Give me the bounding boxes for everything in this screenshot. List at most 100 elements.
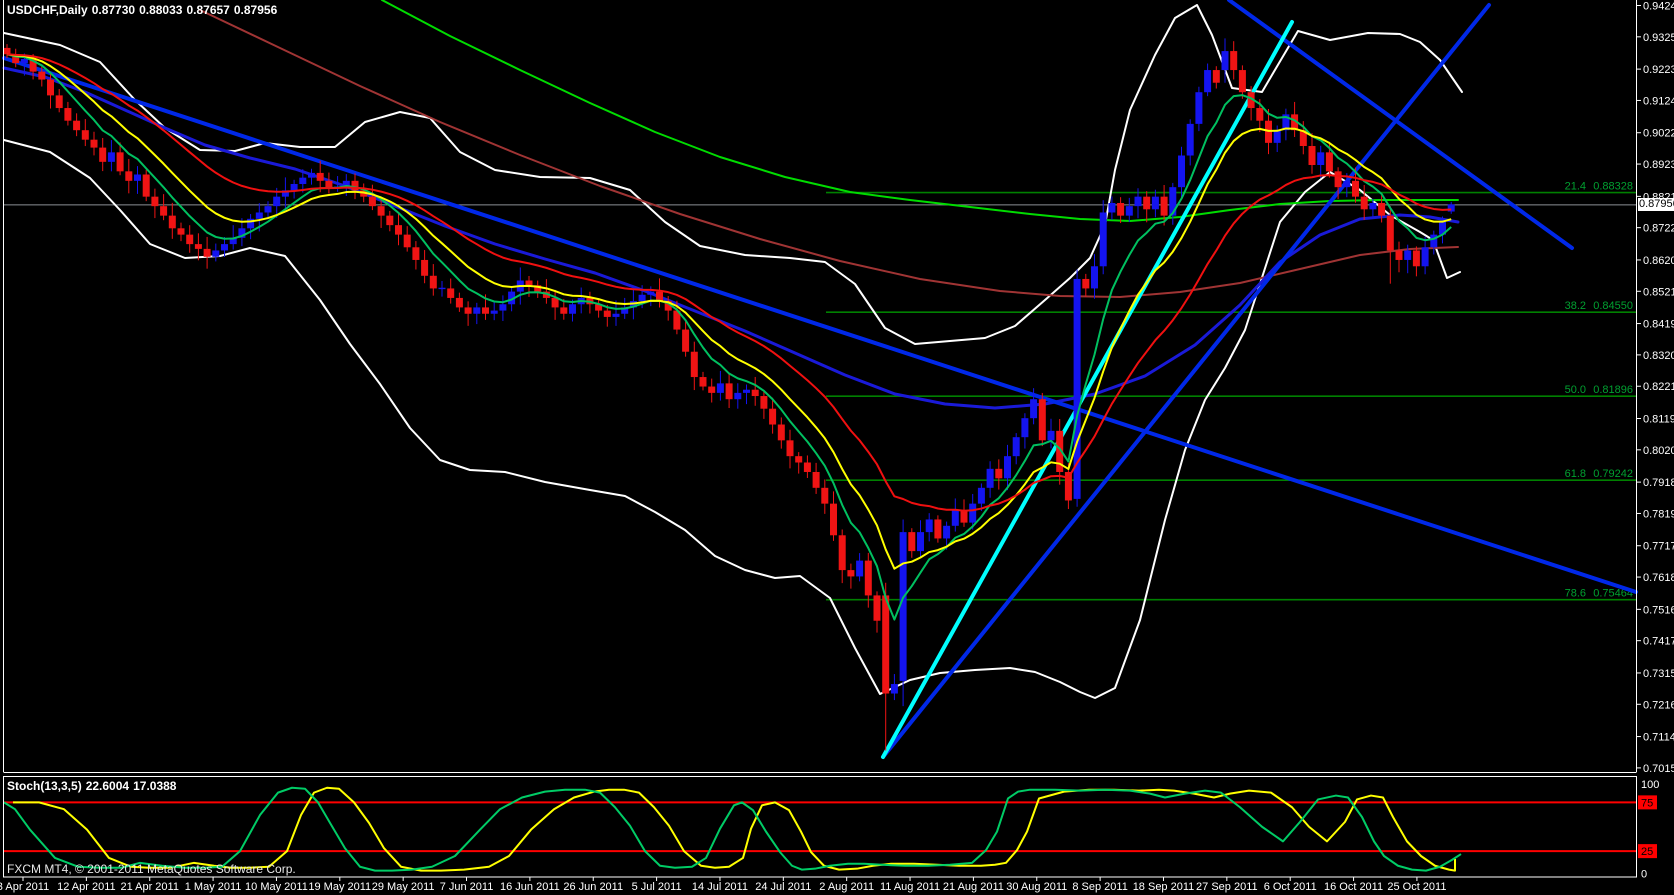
- candle-body: [203, 248, 211, 257]
- candle-body: [812, 471, 820, 488]
- candle-body: [838, 535, 846, 571]
- price-axis-label: 0.76180: [1643, 572, 1674, 584]
- candle-body: [725, 383, 733, 400]
- candle-body: [99, 147, 107, 162]
- downtrend-line-long[interactable]: [2, 56, 1638, 594]
- fib-level-label: 78.6: [1565, 588, 1586, 600]
- stoch-signal-line[interactable]: [13, 786, 1456, 872]
- date-axis-label: 5 Jul 2011: [632, 881, 682, 893]
- main-chart-area[interactable]: 21.4 0.88328 38.2 0.84550 50.0 0.81896 61.8 0.7…: [2, 0, 1638, 759]
- candle-body: [1212, 70, 1220, 83]
- candle-body: [1117, 202, 1125, 216]
- candle-body: [490, 310, 498, 314]
- candle-body: [873, 595, 881, 621]
- fib-price-label: 0.81896: [1593, 384, 1633, 396]
- uptrend-line-blue[interactable]: [881, 3, 1491, 759]
- price-axis-label: 0.73150: [1643, 668, 1674, 680]
- bollinger-upper-band[interactable]: [3, 4, 1463, 345]
- candle-body: [1360, 196, 1368, 210]
- price-axis-label: 0.78190: [1643, 508, 1674, 520]
- candle-body: [38, 71, 46, 80]
- date-axis-label: 8 Sep 2011: [1072, 881, 1127, 893]
- candle-body: [1012, 437, 1020, 457]
- candle-body: [716, 383, 724, 393]
- candle-body: [1369, 202, 1377, 210]
- price-axis-label: 0.94240: [1643, 1, 1674, 13]
- candle-body: [221, 244, 228, 251]
- uptrend-line-cyan[interactable]: [881, 20, 1294, 759]
- price-axis-label: 0.74170: [1643, 636, 1674, 648]
- candle-body: [830, 503, 837, 536]
- candle-body: [917, 532, 924, 552]
- price-axis-label: 0.89230: [1643, 159, 1674, 171]
- price-axis-label: 0.83200: [1643, 350, 1674, 362]
- candle-body: [177, 228, 185, 235]
- price-axis-label: 0.70150: [1643, 763, 1674, 775]
- candle-body: [125, 171, 133, 181]
- candle-body: [1204, 70, 1212, 93]
- candle-body: [1047, 430, 1055, 441]
- candle-body: [1352, 180, 1359, 197]
- candle-body: [107, 152, 115, 162]
- open-value: 0.87730: [91, 3, 136, 17]
- stoch-main-line[interactable]: [3, 786, 1462, 872]
- candle-body: [1230, 51, 1238, 71]
- candle-body: [1343, 180, 1351, 188]
- date-axis-label: 16 Oct 2011: [1324, 881, 1383, 893]
- price-axis-label: 0.82210: [1643, 381, 1674, 393]
- candle-body: [882, 595, 890, 694]
- candle-body: [856, 560, 864, 577]
- candle-body: [525, 280, 533, 286]
- fib-level-label: 50.0: [1565, 384, 1586, 396]
- candle-body: [194, 244, 202, 249]
- candle-body: [1160, 196, 1168, 216]
- fib-price-label: 0.79242: [1593, 468, 1633, 480]
- price-axis[interactable]: 0.94240 0.93250 0.92230 0.91240 0.90220 0.892…: [1636, 1, 1674, 881]
- date-axis-label: 16 Jun 2011: [500, 881, 560, 893]
- stochastic-label: Stoch(13,3,5) 22.6004 17.0388: [7, 779, 180, 793]
- candle-body: [368, 196, 376, 207]
- stochastic-panel[interactable]: [3, 786, 1636, 872]
- candle-body: [1325, 152, 1333, 172]
- fib-level-label: 61.8: [1565, 468, 1586, 480]
- candle-body: [1412, 250, 1420, 267]
- price-axis-label: 0.79180: [1643, 477, 1674, 489]
- candle-body: [55, 95, 63, 109]
- candle-body: [299, 177, 307, 184]
- candle-body: [1195, 92, 1203, 124]
- candle-body: [142, 174, 150, 197]
- candle-body: [560, 307, 568, 314]
- time-axis[interactable]: 3 Apr 2011 12 Apr 2011 21 Apr 2011 1 May 20…: [0, 877, 1446, 893]
- candle-body: [890, 684, 898, 694]
- stoch-indicator-name: Stoch(13,3,5): [7, 779, 82, 793]
- candle-body: [760, 396, 768, 409]
- candle-body: [1151, 196, 1159, 210]
- close-value: 0.87956: [233, 3, 278, 17]
- stoch-level-badge-text: 75: [1641, 797, 1653, 809]
- candle-body: [325, 180, 333, 188]
- stoch-signal-value: 17.0388: [133, 779, 177, 793]
- date-axis-label: 25 Oct 2011: [1387, 881, 1446, 893]
- candle-body: [690, 351, 698, 378]
- date-axis-label: 27 Sep 2011: [1196, 881, 1258, 893]
- chart-canvas[interactable]: 21.4 0.88328 38.2 0.84550 50.0 0.81896 61.8 0.7…: [0, 0, 1674, 895]
- date-axis-label: 2 Aug 2011: [819, 881, 874, 893]
- candle-body: [751, 389, 759, 397]
- candle-body: [1021, 418, 1029, 438]
- candle-body: [429, 275, 437, 289]
- candle-body: [864, 560, 872, 596]
- price-axis-label: 0.71140: [1643, 732, 1674, 744]
- date-axis-label: 21 Aug 2011: [943, 881, 1004, 893]
- candle-body: [212, 250, 220, 257]
- candle-body: [1091, 266, 1098, 289]
- candle-body: [1178, 155, 1185, 188]
- date-axis-label: 24 Jul 2011: [755, 881, 811, 893]
- candlesticks: [3, 38, 1455, 751]
- bollinger-lower-band[interactable]: [3, 139, 1461, 699]
- price-axis-label: 0.91240: [1643, 95, 1674, 107]
- candle-body: [403, 234, 411, 248]
- candle-body: [769, 408, 777, 425]
- downtrend-line-steep[interactable]: [1227, 0, 1574, 250]
- candle-body: [969, 503, 977, 523]
- price-axis-label: 0.80200: [1643, 445, 1674, 457]
